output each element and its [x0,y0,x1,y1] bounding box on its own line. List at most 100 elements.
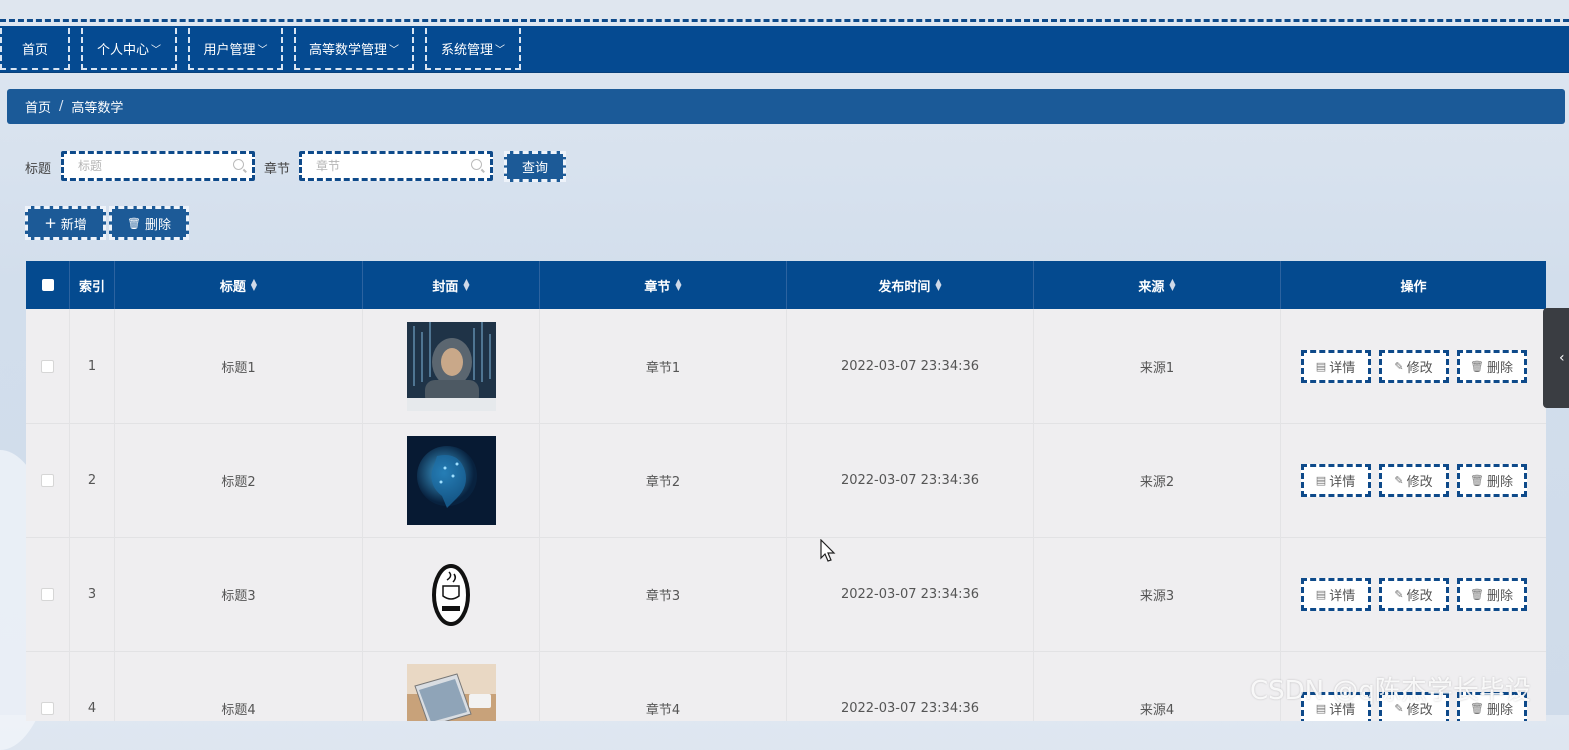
nav-user-management[interactable]: 用户管理 ﹀ [188,28,283,70]
nav-system-management-label: 系统管理 [440,42,493,58]
chapter-search-box[interactable] [299,151,493,181]
top-strip [0,0,1569,20]
title-search-box[interactable] [61,151,255,181]
row-checkbox-cell[interactable] [26,423,70,537]
select-all-checkbox[interactable] [41,279,54,291]
column-header-title[interactable]: 标题 ▲ ▼ [115,261,363,309]
delete-button-label: 删除 [1486,360,1513,376]
search-icon [471,159,482,170]
column-header-publish-time[interactable]: 发布时间 ▲ ▼ [787,261,1034,309]
column-header-source[interactable]: 来源 ▲ ▼ [1034,261,1281,309]
header-select-all[interactable] [26,261,70,309]
detail-button[interactable]: ▤ 详情 [1300,577,1371,611]
nav-home[interactable]: 首页 [0,28,70,70]
table-row: 1 标题1 章节1 2022-03-07 23:34:36 来源1 ▤ 详情 ✎ 修… [26,309,1546,424]
nav-math-management[interactable]: 高等数学管理 ﹀ [294,28,414,70]
row-actions: ▤ 详情 ✎ 修改 🗑 删除 [1281,423,1546,537]
delete-button[interactable]: 🗑 删除 [1456,577,1527,611]
side-panel-toggle[interactable]: ‹ [1543,308,1569,408]
row-title: 标题2 [115,423,363,537]
chevron-down-icon: ﹀ [495,44,505,56]
breadcrumb: 首页 / 高等数学 [7,89,1565,124]
chevron-down-icon: ﹀ [389,44,399,56]
detail-button-label: 详情 [1329,474,1356,490]
row-publish-time: 2022-03-07 23:34:36 [787,651,1034,721]
chevron-down-icon: ﹀ [151,44,161,56]
breadcrumb-home[interactable]: 首页 [25,97,51,116]
batch-delete-button-label: 删除 [144,217,171,233]
row-chapter: 章节3 [540,537,787,651]
column-header-cover[interactable]: 封面 ▲ ▼ [363,261,540,309]
breadcrumb-separator: / [59,99,64,114]
row-publish-time: 2022-03-07 23:34:36 [787,423,1034,537]
ai-head-image [406,435,496,525]
document-icon: ▤ [1315,587,1327,601]
edit-button[interactable]: ✎ 修改 [1378,349,1449,383]
trash-icon: 🗑 [127,216,141,230]
plus-icon: + [44,214,57,232]
nav-system-management[interactable]: 系统管理 ﹀ [425,28,521,70]
row-checkbox[interactable] [41,587,54,601]
delete-button-label: 删除 [1486,588,1513,604]
pencil-icon: ✎ [1394,473,1404,487]
row-chapter: 章节1 [540,309,787,423]
laptop-image [406,663,496,721]
delete-button[interactable]: 🗑 删除 [1456,463,1527,497]
nav-user-management-label: 用户管理 [203,42,256,58]
query-button-label: 查询 [521,161,548,176]
edit-button[interactable]: ✎ 修改 [1378,463,1449,497]
column-header-chapter[interactable]: 章节 ▲ ▼ [540,261,787,309]
sort-icon[interactable]: ▲ ▼ [251,278,257,292]
pencil-icon: ✎ [1394,359,1404,373]
chevron-left-icon: ‹ [1559,350,1565,366]
title-search-input[interactable] [76,158,220,174]
row-checkbox[interactable] [41,359,54,373]
nav-personal-center[interactable]: 个人中心 ﹀ [81,28,177,70]
add-button[interactable]: + 新增 [25,206,106,240]
detail-button[interactable]: ▤ 详情 [1300,463,1371,497]
query-button[interactable]: 查询 [504,151,566,182]
sort-icon[interactable]: ▲ ▼ [935,278,941,292]
column-header-title-label: 标题 [219,279,246,295]
row-source: 来源1 [1034,309,1281,423]
nav-math-management-label: 高等数学管理 [308,42,387,58]
trash-icon: 🗑 [1470,473,1484,487]
table-row: 2 标题2 章节2 2022-03-07 23:34:36 来源2 ▤ 详情 ✎ 修… [26,423,1546,538]
row-publish-time: 2022-03-07 23:34:36 [787,309,1034,423]
column-header-publish-time-label: 发布时间 [878,279,931,295]
row-checkbox[interactable] [41,701,54,715]
detail-button[interactable]: ▤ 详情 [1300,349,1371,383]
row-checkbox[interactable] [41,473,54,487]
trash-icon: 🗑 [1470,587,1484,601]
column-header-index: 索引 [70,261,115,309]
java-logo-image [406,549,496,639]
row-checkbox-cell[interactable] [26,537,70,651]
title-search-label: 标题 [25,162,52,177]
sort-icon[interactable]: ▲ ▼ [675,278,681,292]
data-table: 索引 标题 ▲ ▼ 封面 ▲ ▼ 章节 ▲ ▼ 发布时间 ▲ ▼ 来源 ▲ ▼ 操作 1 … [26,261,1546,721]
document-icon: ▤ [1315,473,1327,487]
delete-button[interactable]: 🗑 删除 [1456,349,1527,383]
row-title: 标题4 [115,651,363,721]
column-header-actions: 操作 [1281,261,1546,309]
chapter-search-label: 章节 [264,162,291,177]
pencil-icon: ✎ [1394,587,1404,601]
detail-button-label: 详情 [1329,588,1356,604]
row-checkbox-cell[interactable] [26,651,70,721]
row-source: 来源4 [1034,651,1281,721]
edit-button-label: 修改 [1406,588,1433,604]
chapter-search-input[interactable] [314,158,458,174]
edit-button-label: 修改 [1406,474,1433,490]
nav-home-label: 首页 [21,42,48,58]
row-checkbox-cell[interactable] [26,309,70,423]
sort-icon[interactable]: ▲ ▼ [1169,278,1175,292]
row-cover-cell [363,651,540,721]
row-cover-cell [363,309,540,423]
row-title: 标题3 [115,537,363,651]
row-source: 来源2 [1034,423,1281,537]
sort-icon[interactable]: ▲ ▼ [463,278,469,292]
hacker-image [406,321,496,411]
top-dashed-border [0,19,1569,22]
batch-delete-button[interactable]: 🗑 删除 [109,206,189,240]
edit-button[interactable]: ✎ 修改 [1378,577,1449,611]
